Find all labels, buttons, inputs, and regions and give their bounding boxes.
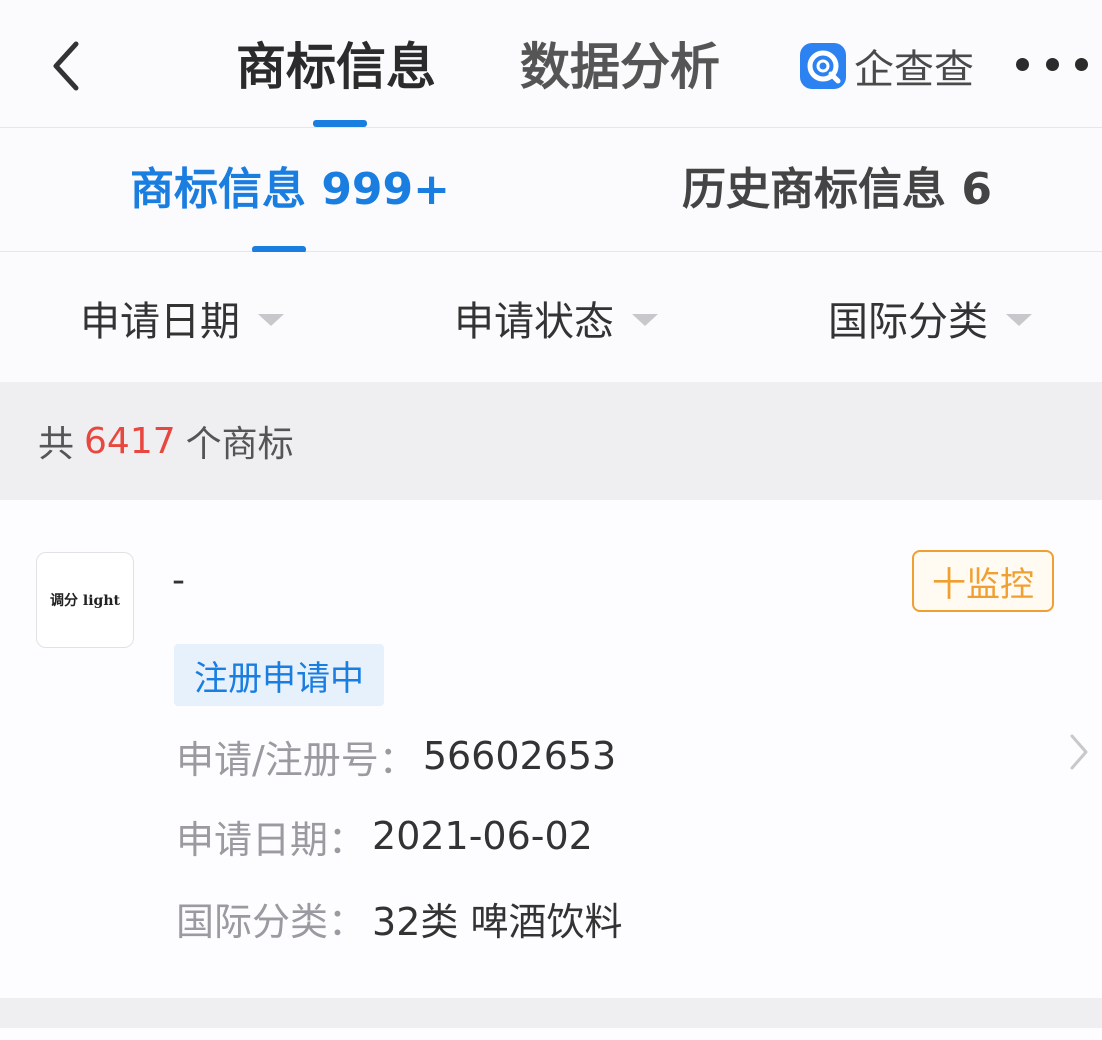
filter-label: 申请状态: [454, 299, 614, 345]
tab-trademark-info[interactable]: 商标信息: [236, 30, 436, 104]
result-count-bar: 共 6417 个商标: [0, 382, 1102, 500]
info-key: 申请/注册号：: [176, 737, 417, 782]
dropdown-caret-icon: [632, 314, 658, 326]
brand[interactable]: 企查查: [800, 38, 974, 94]
next-card-edge: [0, 1028, 1102, 1040]
back-button[interactable]: [36, 34, 96, 98]
tab-data-analysis[interactable]: 数据分析: [520, 30, 720, 104]
info-value: 32类 啤酒饮料: [372, 899, 623, 944]
brand-logo-icon: [800, 43, 846, 89]
info-value: 2021-06-02: [372, 814, 593, 858]
trademark-logo: 调分 light: [36, 552, 134, 648]
monitor-button[interactable]: 十监控: [912, 550, 1054, 612]
more-icon[interactable]: [1016, 46, 1088, 82]
filter-bar: 申请日期 申请状态 国际分类: [0, 252, 1102, 382]
chevron-right-icon: [1070, 734, 1088, 770]
info-row-apply-date: 申请日期： 2021-06-02: [176, 810, 593, 862]
more-dot: [1045, 57, 1059, 71]
top-nav-bar: 商标信息 数据分析 企查查: [0, 0, 1102, 128]
filter-apply-status[interactable]: 申请状态: [454, 288, 658, 348]
filter-apply-date[interactable]: 申请日期: [80, 288, 284, 348]
info-row-intl-class: 国际分类： 32类 啤酒饮料: [176, 892, 622, 944]
dropdown-caret-icon: [1006, 314, 1032, 326]
info-value: 56602653: [422, 734, 617, 778]
back-arrow-icon: [53, 41, 79, 91]
sub-tab-bar: 商标信息 999+ 历史商标信息 6: [0, 128, 1102, 253]
filter-label: 申请日期: [80, 299, 240, 345]
status-badge: 注册申请中: [174, 644, 384, 706]
list-divider: [0, 998, 1102, 1028]
more-dot: [1016, 57, 1029, 71]
filter-label: 国际分类: [828, 299, 988, 345]
subtab-history-trademark[interactable]: 历史商标信息 6: [682, 160, 992, 220]
count-suffix: 个商标: [185, 424, 294, 465]
filter-intl-class[interactable]: 国际分类: [828, 288, 1032, 348]
count-prefix: 共: [38, 424, 75, 465]
trademark-name: -: [172, 560, 185, 601]
active-tab-indicator: [313, 120, 367, 127]
subtab-trademark-info[interactable]: 商标信息 999+: [130, 160, 450, 220]
trademark-card[interactable]: 调分 light - 十监控 注册申请中 申请/注册号： 56602653 申请…: [0, 500, 1102, 998]
brand-name: 企查查: [854, 47, 974, 93]
info-key: 申请日期：: [176, 817, 367, 862]
count-number: 6417: [84, 420, 176, 462]
info-key: 国际分类：: [176, 899, 367, 944]
dropdown-caret-icon: [258, 314, 284, 326]
info-row-reg-number: 申请/注册号： 56602653: [176, 730, 616, 782]
more-dot: [1075, 57, 1088, 71]
